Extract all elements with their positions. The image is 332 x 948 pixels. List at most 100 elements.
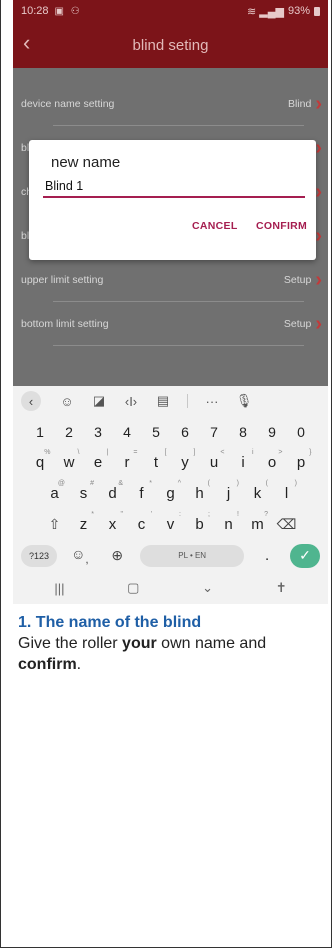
- key[interactable]: 8: [229, 424, 258, 440]
- key-m[interactable]: m?: [243, 511, 272, 533]
- key-hint: ): [236, 480, 239, 487]
- key-j[interactable]: j): [214, 480, 243, 502]
- backspace-icon[interactable]: ⌫: [272, 516, 301, 533]
- symbols-mode-button[interactable]: ?123: [21, 544, 57, 567]
- row-upper-limit[interactable]: upper limit setting Setup ›: [13, 258, 328, 302]
- key-char: p: [296, 454, 306, 471]
- recent-apps-icon[interactable]: |||: [54, 581, 64, 596]
- keyboard-bottom-row: ?123 ☺, ⊕ PL • EN . ✓: [13, 540, 328, 571]
- key-b[interactable]: b;: [185, 511, 214, 533]
- key-p[interactable]: p}: [287, 449, 316, 471]
- battery-icon: [314, 6, 320, 16]
- rename-dialog: new name CANCEL CONFIRM: [29, 140, 316, 260]
- sticker-icon[interactable]: ◪: [83, 393, 115, 409]
- key-char: x: [108, 516, 117, 533]
- accessibility-icon[interactable]: ✝: [276, 580, 287, 596]
- space-bar[interactable]: PL • EN: [140, 544, 245, 567]
- microphone-icon[interactable]: 🎙: [228, 393, 260, 409]
- key-w[interactable]: w \: [55, 449, 84, 471]
- chevron-left-icon[interactable]: ‹: [21, 391, 41, 411]
- shift-icon[interactable]: ⇧: [40, 516, 69, 533]
- caption-part: own name and: [156, 635, 267, 652]
- comma-key[interactable]: ☺,: [65, 546, 94, 566]
- status-time: 10:28: [21, 5, 49, 17]
- divider: [53, 345, 304, 346]
- key-u[interactable]: u <: [200, 449, 229, 471]
- key-char: e: [93, 454, 103, 471]
- key-f[interactable]: f *: [127, 480, 156, 502]
- caption-bold: your: [122, 635, 157, 652]
- toolbar-divider: [187, 394, 188, 408]
- key-x[interactable]: x ": [98, 511, 127, 533]
- key-char: i: [241, 454, 245, 471]
- key-a[interactable]: a @: [40, 480, 69, 502]
- row-bottom-limit[interactable]: bottom limit setting Setup ›: [13, 302, 328, 346]
- caption-part: Give the roller: [18, 635, 123, 652]
- hide-keyboard-icon[interactable]: ⌄: [202, 580, 213, 596]
- dialog-title: new name: [51, 154, 121, 171]
- key-char: w: [63, 454, 75, 471]
- chevron-left-icon[interactable]: ‹: [23, 32, 30, 54]
- key-h[interactable]: h(: [185, 480, 214, 502]
- key-hint: ": [120, 511, 124, 518]
- key-y[interactable]: y]: [171, 449, 200, 471]
- caption-heading: 1. The name of the blind: [18, 614, 202, 631]
- key[interactable]: 9: [258, 424, 287, 440]
- row-device-name[interactable]: device name setting Blind ›: [13, 82, 328, 126]
- key-char: l: [284, 485, 289, 502]
- instruction-caption: 1. The name of the blind Give the roller…: [18, 612, 323, 675]
- name-input[interactable]: [43, 176, 305, 198]
- key-char: n: [224, 516, 233, 533]
- key[interactable]: 1: [26, 424, 55, 440]
- key-q[interactable]: q%: [26, 449, 55, 471]
- cancel-button[interactable]: CANCEL: [192, 220, 238, 232]
- key-o[interactable]: o >: [258, 449, 287, 471]
- key-char: y: [181, 454, 189, 471]
- cursor-icon[interactable]: ‹I›: [115, 394, 147, 409]
- key-r[interactable]: r =: [113, 449, 142, 471]
- key[interactable]: 5: [142, 424, 171, 440]
- home-icon[interactable]: ▢: [127, 580, 139, 596]
- key-c[interactable]: c ': [127, 511, 156, 533]
- key-hint: *: [91, 511, 94, 518]
- key-hint: @: [57, 480, 65, 487]
- key-char: t: [153, 454, 159, 471]
- key-v[interactable]: v:: [156, 511, 185, 533]
- confirm-button[interactable]: CONFIRM: [256, 220, 307, 232]
- enter-check-icon[interactable]: ✓: [289, 543, 320, 568]
- row-label: bottom limit setting: [21, 318, 109, 330]
- key-l[interactable]: l): [272, 480, 301, 502]
- key[interactable]: 3: [84, 424, 113, 440]
- key-i[interactable]: ii: [229, 449, 258, 471]
- key[interactable]: 2: [55, 424, 84, 440]
- period-key[interactable]: .: [253, 547, 282, 564]
- key-s[interactable]: s #: [69, 480, 98, 502]
- key-hint: \: [77, 449, 80, 456]
- key-t[interactable]: t[: [142, 449, 171, 471]
- key-hint: (: [207, 480, 210, 487]
- battery-percent: 93%: [287, 5, 310, 17]
- key[interactable]: 7: [200, 424, 229, 440]
- key-hint: <: [220, 449, 225, 456]
- key[interactable]: 4: [113, 424, 142, 440]
- key-g[interactable]: g ^: [156, 480, 185, 502]
- letter-row-1: q% w \ e | r = t[ y] u < ii o > p}: [13, 447, 328, 478]
- emoji-icon[interactable]: ☺: [51, 394, 83, 409]
- key-d[interactable]: d &: [98, 480, 127, 502]
- phone-screenshot: 10:28 ▣ ⚇ ≋ ▂▄▆ 93% ‹ blind seting devic…: [13, 0, 328, 604]
- key-char: a: [50, 485, 59, 502]
- signal-icon: ≋ ▂▄▆: [246, 5, 284, 18]
- key[interactable]: 0: [287, 424, 316, 440]
- more-icon[interactable]: ···: [196, 394, 228, 409]
- globe-icon[interactable]: ⊕: [103, 547, 132, 564]
- comma-char: ,: [85, 552, 89, 566]
- system-nav-bar: ||| ▢ ⌄ ✝: [13, 572, 328, 604]
- key-char: f: [139, 485, 144, 502]
- key-z[interactable]: z *: [69, 511, 98, 533]
- key[interactable]: 6: [171, 424, 200, 440]
- key-n[interactable]: n!: [214, 511, 243, 533]
- key-hint: :: [179, 511, 181, 518]
- key-e[interactable]: e |: [84, 449, 113, 471]
- clipboard-icon[interactable]: ▤: [147, 393, 179, 409]
- key-k[interactable]: k(: [243, 480, 272, 502]
